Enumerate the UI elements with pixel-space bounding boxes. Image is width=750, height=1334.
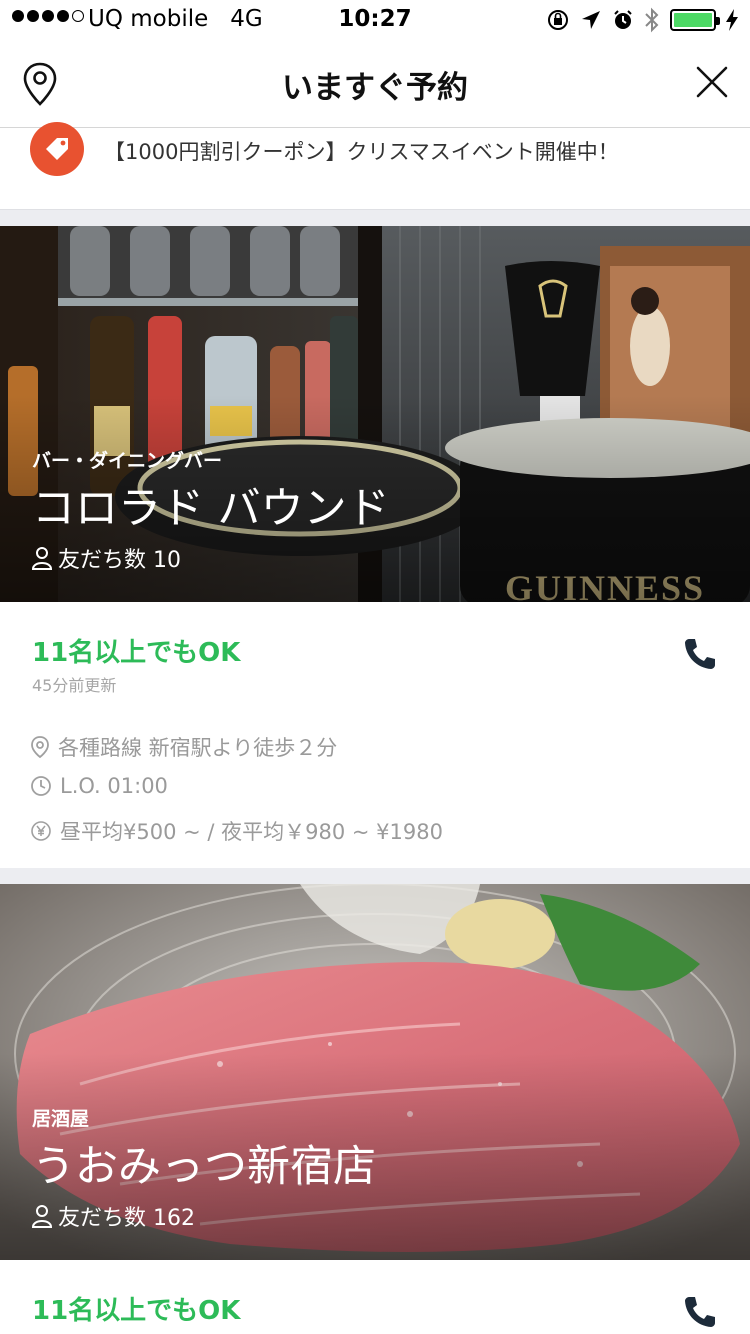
status-icons: [546, 7, 738, 33]
restaurant-card-hero[interactable]: GUINNESS バー・ダイニングバー コロラド バウンド 友だち数 10: [0, 226, 750, 602]
last-updated: 45分前更新: [32, 676, 117, 695]
last-order-text: L.O. 01:00: [60, 774, 168, 798]
person-icon: [32, 1205, 52, 1228]
friends-count-text: 友だち数 10: [58, 548, 181, 573]
availability-status: 11名以上でもOK: [32, 1296, 241, 1326]
bluetooth-icon: [645, 7, 659, 33]
friends-count-text: 友だち数 162: [58, 1206, 195, 1231]
clock-icon: [31, 776, 51, 796]
restaurant-info-panel[interactable]: 11名以上でもOK 45分前更新 各種路線 新宿駅より徒歩２分 L.O. 01:…: [0, 602, 750, 868]
friends-count: 友だち数 10: [32, 542, 181, 574]
restaurant-info-panel[interactable]: 11名以上でもOK: [0, 1260, 750, 1334]
price-info: 昼平均¥500 ~ / 夜平均￥980 ~ ¥1980: [30, 816, 443, 846]
availability-status: 11名以上でもOK: [32, 638, 241, 668]
battery-icon: [670, 9, 720, 31]
status-bar: UQ mobile 4G 10:27: [0, 0, 750, 40]
alarm-icon: [614, 10, 632, 29]
yen-icon: [31, 821, 51, 841]
access-info: 各種路線 新宿駅より徒歩２分: [30, 732, 337, 762]
restaurant-card-hero[interactable]: 居酒屋 うおみっつ新宿店 友だち数 162: [0, 884, 750, 1260]
nav-header: いますぐ予約: [0, 40, 750, 128]
page-title: いますぐ予約: [282, 70, 468, 106]
price-text: 昼平均¥500 ~ / 夜平均￥980 ~ ¥1980: [60, 820, 443, 844]
charging-icon: [726, 9, 738, 31]
restaurant-category: 居酒屋: [32, 1108, 90, 1130]
access-text: 各種路線 新宿駅より徒歩２分: [58, 736, 338, 760]
friends-count: 友だち数 162: [32, 1200, 195, 1232]
restaurant-name: うおみっつ新宿店: [32, 1142, 376, 1192]
close-icon[interactable]: [692, 62, 732, 102]
person-icon: [32, 547, 52, 570]
last-order-info: L.O. 01:00: [30, 774, 168, 798]
coupon-banner[interactable]: 【1000円割引クーポン】クリスマスイベント開催中！: [0, 122, 750, 210]
rotation-lock-icon: [548, 10, 568, 30]
phone-icon[interactable]: [682, 636, 718, 672]
restaurant-category: バー・ダイニングバー: [32, 450, 223, 472]
phone-icon[interactable]: [682, 1294, 718, 1330]
coupon-text: 【1000円割引クーポン】クリスマスイベント開催中！: [104, 140, 619, 164]
tag-icon: [30, 122, 84, 176]
restaurant-name: コロラド バウンド: [32, 484, 390, 534]
location-icon: [31, 736, 49, 759]
location-services-icon: [582, 11, 600, 29]
